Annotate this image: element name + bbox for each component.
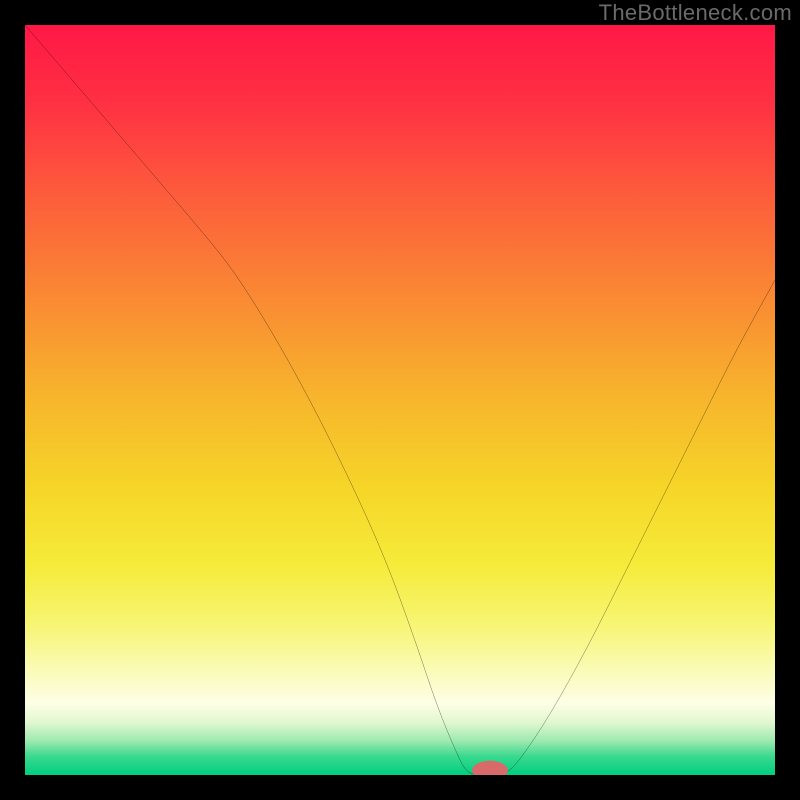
- plot-area: [25, 25, 775, 775]
- chart-frame: TheBottleneck.com: [0, 0, 800, 800]
- chart-svg: [25, 25, 775, 775]
- gradient-rect: [25, 25, 775, 775]
- watermark-text: TheBottleneck.com: [599, 0, 792, 26]
